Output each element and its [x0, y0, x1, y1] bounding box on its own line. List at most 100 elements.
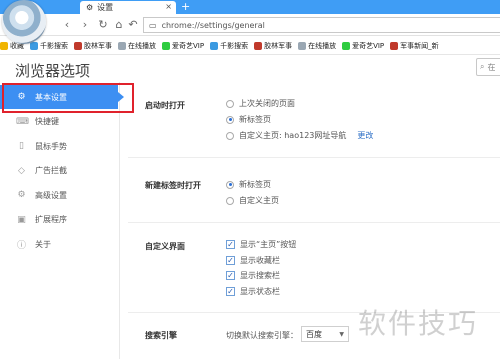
radio-button-selected[interactable]: [226, 180, 234, 189]
reload-icon: ↻: [98, 17, 108, 31]
sidebar-item-label: 高级设置: [35, 190, 67, 200]
search-engine-select[interactable]: 百度 ▼: [301, 326, 349, 342]
search-icon: [210, 41, 219, 50]
page-icon: [298, 41, 307, 50]
watermark-text: 软件技巧: [358, 307, 479, 340]
back-button[interactable]: ‹: [60, 17, 74, 31]
bookmark-item[interactable]: 千影搜索: [30, 41, 68, 51]
startup-option-last-session[interactable]: 上次关闭的页面: [226, 98, 295, 109]
bookmark-item[interactable]: 在线播放: [298, 41, 336, 51]
sidebar-item-1[interactable]: ⚙ 基本设置: [0, 85, 124, 109]
tab-strip: ⚙ 设置 × +: [0, 0, 500, 44]
change-homepage-link[interactable]: 更改: [357, 130, 373, 141]
radio-button[interactable]: [226, 131, 234, 140]
tab-title: 设置: [97, 3, 114, 12]
bookmark-label: 在线播放: [128, 41, 156, 50]
back-arrow-icon: ‹: [64, 17, 70, 31]
show-status-bar-option[interactable]: ✓ 显示状态栏: [226, 286, 280, 297]
checkbox-checked[interactable]: ✓: [226, 271, 235, 280]
bookmark-label: 在线播放: [308, 41, 337, 50]
site-icon: [74, 41, 82, 50]
new-tab-option-custom-home[interactable]: 自定义主页: [226, 195, 279, 206]
mouse-icon: ▯: [19, 141, 24, 151]
home-button[interactable]: ⌂: [112, 17, 126, 31]
home-icon: ⌂: [115, 17, 123, 31]
site-icon: [254, 41, 263, 50]
bookmark-item[interactable]: 胶林军事: [254, 41, 292, 51]
custom-ui-label: 自定义界面: [145, 242, 185, 251]
startup-option-new-tab[interactable]: 新标签页: [226, 114, 271, 125]
sidebar-item-6[interactable]: ▣ 扩展程序: [0, 208, 118, 232]
checkbox-checked[interactable]: ✓: [226, 287, 235, 296]
iqiyi-icon: [162, 41, 170, 50]
site-icon: [390, 41, 399, 50]
close-tab-icon[interactable]: ×: [165, 2, 172, 11]
search-engine-label: 搜索引擎: [145, 331, 177, 340]
reload-button[interactable]: ↻: [96, 17, 110, 31]
undo-icon: ↶: [128, 17, 138, 31]
show-bookmarks-bar-option[interactable]: ✓ 显示收藏栏: [226, 255, 280, 266]
keyboard-icon: ⌨: [16, 116, 29, 127]
show-home-button-option[interactable]: ✓ 显示“主页”按钮: [226, 239, 296, 250]
page-icon: ▭: [149, 20, 157, 30]
new-tab-button[interactable]: +: [181, 0, 190, 13]
checkbox-checked[interactable]: ✓: [226, 256, 235, 265]
extension-icon: ▣: [17, 214, 26, 225]
radio-button[interactable]: [226, 99, 234, 108]
bookmark-label: 千影搜索: [220, 41, 249, 50]
startup-option-custom-home[interactable]: 自定义主页: hao123网址导航 更改: [226, 130, 373, 141]
page-icon: [118, 41, 126, 50]
bookmark-label: 军事新闻_新: [400, 41, 439, 50]
address-text: chrome://settings/general: [161, 20, 265, 30]
show-search-bar-option[interactable]: ✓ 显示搜索栏: [226, 270, 280, 281]
star-icon: [0, 41, 8, 50]
address-bar[interactable]: ▭ chrome://settings/general: [143, 17, 500, 33]
settings-search-input[interactable]: ⌕ 在: [476, 58, 500, 76]
sidebar-item-4[interactable]: ◇ 广告拦截: [0, 159, 118, 183]
section-divider: [128, 157, 500, 158]
forward-arrow-icon: ›: [82, 17, 88, 31]
navigation-bar: ‹ › ↻ ⌂ ↶ ▭ chrome://settings/general: [0, 14, 500, 36]
startup-label: 启动时打开: [145, 101, 185, 110]
search-placeholder: 在: [487, 62, 496, 72]
sidebar-item-label: 快捷键: [35, 117, 59, 126]
bookmark-label: 爱奇艺VIP: [352, 41, 385, 50]
gear-advanced-icon: ⚙: [17, 190, 26, 200]
sidebar-item-label: 基本设置: [35, 92, 67, 102]
shield-icon: ◇: [18, 165, 25, 176]
bookmark-item[interactable]: 胶林军事: [74, 41, 112, 51]
bookmark-item[interactable]: 在线播放: [118, 41, 156, 51]
forward-button[interactable]: ›: [78, 17, 92, 31]
bookmark-label: 千影搜索: [40, 41, 68, 50]
section-divider: [128, 222, 500, 223]
tab-settings[interactable]: ⚙ 设置 ×: [80, 1, 176, 14]
bookmark-item[interactable]: 爱奇艺VIP: [342, 41, 384, 51]
gear-icon: ⚙: [86, 3, 94, 12]
iqiyi-icon: [342, 41, 351, 50]
search-icon: ⌕: [480, 62, 485, 71]
new-tab-label: 新建标签时打开: [145, 181, 201, 190]
sidebar-item-label: 广告拦截: [35, 166, 67, 175]
search-engine-prompt: 切换默认搜索引擎：: [226, 331, 298, 340]
undo-close-button[interactable]: ↶: [126, 17, 140, 31]
bookmark-item[interactable]: 军事新闻_新: [390, 41, 439, 51]
bookmark-label: 胶林军事: [84, 41, 112, 50]
bookmark-label: 胶林军事: [264, 41, 293, 50]
sidebar-item-5[interactable]: ⚙ 高级设置: [0, 183, 118, 207]
sidebar-item-2[interactable]: ⌨ 快捷键: [0, 110, 118, 134]
page-title: 浏览器选项: [15, 62, 91, 80]
radio-button[interactable]: [226, 196, 234, 205]
sidebar-item-label: 鼠标手势: [35, 141, 67, 151]
sidebar-item-3[interactable]: ▯ 鼠标手势: [0, 134, 118, 158]
radio-button-selected[interactable]: [226, 115, 234, 124]
bookmark-label: 爱奇艺VIP: [172, 41, 205, 50]
new-tab-option-new-tab[interactable]: 新标签页: [226, 179, 271, 190]
checkbox-checked[interactable]: ✓: [226, 240, 235, 249]
gear-icon: ⚙: [17, 92, 26, 102]
browser-logo: [2, 0, 46, 44]
settings-sidebar: ⚙ 基本设置 ⌨ 快捷键 ▯ 鼠标手势 ◇ 广告拦截 ⚙ 高级设置 ▣ 扩展程序 ⓘ 关于: [0, 82, 124, 359]
bookmark-item[interactable]: 千影搜索: [210, 41, 248, 51]
sidebar-item-7[interactable]: ⓘ 关于: [0, 232, 118, 256]
sidebar-item-label: 关于: [35, 239, 51, 249]
bookmark-item[interactable]: 爱奇艺VIP: [162, 41, 204, 51]
